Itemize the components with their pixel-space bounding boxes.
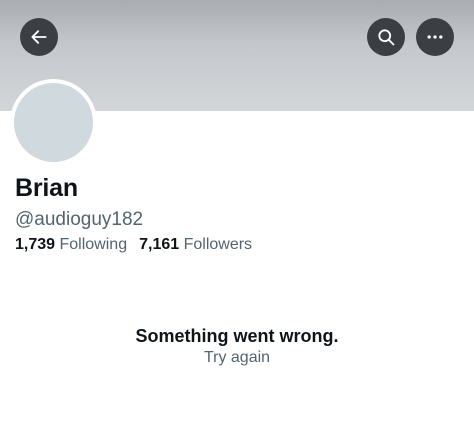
more-horizontal-icon [427,35,443,39]
profile-handle: @audioguy182 [15,209,144,230]
profile-stats: 1,739 Following 7,161 Followers [15,236,252,254]
search-icon [378,29,395,46]
try-again-button[interactable]: Try again [204,349,270,366]
more-button[interactable] [416,18,454,56]
followers-count: 7,161 [139,236,180,253]
followers-link[interactable]: 7,161 Followers [139,236,252,254]
retry-container: Try again [0,349,474,367]
following-link[interactable]: 1,739 Following [15,236,127,254]
followers-label: Followers [183,236,253,253]
search-button[interactable] [367,18,405,56]
profile-name: Brian [15,174,78,202]
avatar[interactable] [14,83,93,162]
error-message: Something went wrong. [135,326,339,346]
following-label: Following [59,236,128,253]
following-count: 1,739 [15,236,56,253]
avatar-border [10,79,97,166]
arrow-left-icon [31,30,47,44]
back-button[interactable] [20,18,58,56]
